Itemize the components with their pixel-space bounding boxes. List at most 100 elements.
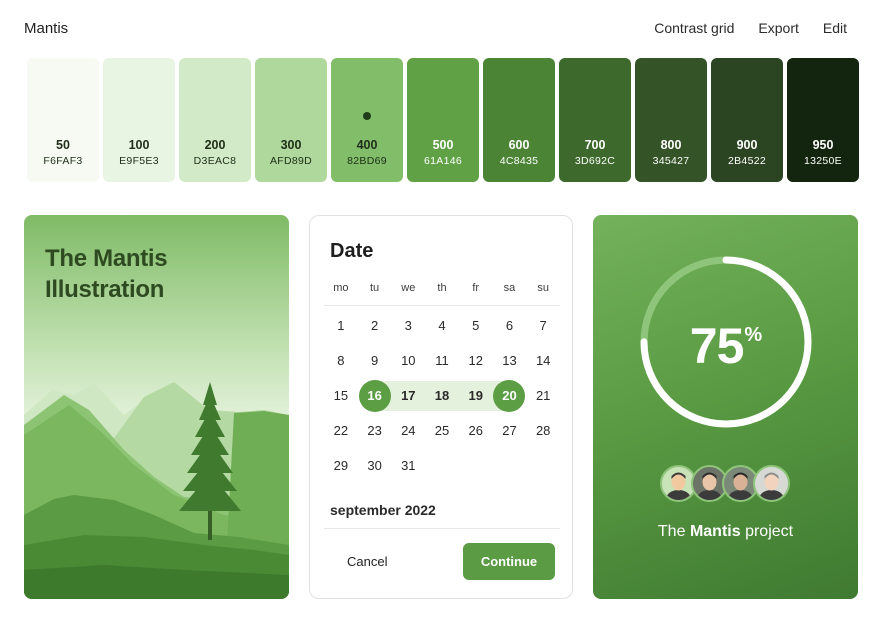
calendar-day-10[interactable]: 10 [391,346,425,376]
calendar-day-17[interactable]: 17 [391,380,426,411]
swatch-hex: AFD89D [269,155,313,167]
swatch-900[interactable]: 900 2B4522 [711,58,783,182]
progress-ring [640,256,812,428]
swatch-shade: 200 [204,138,226,152]
calendar-day-7[interactable]: 7 [526,311,560,341]
edit-link[interactable]: Edit [823,20,847,36]
swatch-100[interactable]: 100 E9F5E3 [103,58,175,182]
calendar-grid: 1 2 3 4 5 6 7 8 9 10 11 12 13 14 15 16 17 18 19 20 21 22 23 24 2… [324,308,560,483]
calendar-day-3[interactable]: 3 [391,311,425,341]
progress-card: 75% The Mantis project [593,215,858,599]
calendar-day-28[interactable]: 28 [526,416,560,446]
swatch-hex: 4C8435 [499,155,539,167]
swatch-shade: 600 [508,138,530,152]
project-suffix: project [745,523,794,540]
progress-number: 75 [689,318,745,374]
calendar-day-26[interactable]: 26 [459,416,493,446]
swatch-400[interactable]: 400 82BD69 [331,58,403,182]
avatar-group [660,465,790,503]
swatch-shade: 100 [128,138,150,152]
calendar-day-13[interactable]: 13 [493,346,527,376]
swatch-50[interactable]: 50 F6FAF3 [27,58,99,182]
swatch-hex: D3EAC8 [193,155,237,167]
calendar-day-31[interactable]: 31 [391,451,425,481]
swatch-shade: 300 [280,138,302,152]
calendar-day-19[interactable]: 19 [458,380,493,411]
calendar-day-15[interactable]: 15 [324,381,358,411]
swatch-800[interactable]: 800 345427 [635,58,707,182]
swatch-hex: 13250E [803,155,842,167]
illustration-title: The Mantis Illustration [45,243,168,305]
swatch-950[interactable]: 950 13250E [787,58,859,182]
calendar-day-29[interactable]: 29 [324,451,358,481]
weekday-we: we [401,282,416,294]
cancel-button[interactable]: Cancel [347,554,387,569]
app-title: Mantis [24,20,69,37]
calendar-day-18[interactable]: 18 [425,380,459,411]
calendar-empty [425,451,459,481]
calendar-week: 1234567 [324,308,560,343]
swatch-hex: 82BD69 [347,155,387,167]
calendar-day-9[interactable]: 9 [358,346,392,376]
avatar-face-icon [759,472,784,500]
contrast-grid-link[interactable]: Contrast grid [654,20,734,36]
calendar-day-20[interactable]: 20 [492,379,527,412]
divider [324,528,560,529]
swatch-shade: 800 [660,138,682,152]
calendar-day-11[interactable]: 11 [425,346,459,376]
swatch-700[interactable]: 700 3D692C [559,58,631,182]
calendar-day-1[interactable]: 1 [324,311,358,341]
calendar-empty [459,451,493,481]
date-picker-card: Date mo tu we th fr sa su 1 2 3 4 5 6 7 8 9 10 11 12 13 14 1… [309,215,573,599]
progress-unit: % [744,324,762,346]
top-bar: Mantis Contrast grid Export Edit [0,0,885,58]
calendar-day-14[interactable]: 14 [526,346,560,376]
calendar-day-25[interactable]: 25 [425,416,459,446]
swatch-shade: 700 [584,138,606,152]
continue-button[interactable]: Continue [463,543,555,580]
export-link[interactable]: Export [758,20,798,36]
calendar-empty [526,451,560,481]
weekday-th: th [437,282,447,294]
calendar-empty [493,451,527,481]
swatch-hex: F6FAF3 [43,155,83,167]
date-title: Date [330,240,374,262]
calendar-day-21[interactable]: 21 [526,381,560,411]
weekday-tu: tu [369,282,380,294]
calendar-day-23[interactable]: 23 [358,416,392,446]
color-palette: 50 F6FAF3 100 E9F5E3 200 D3EAC8 300 AFD89D 400 82… [27,58,859,182]
illustration-title-line-1: The Mantis [45,245,168,272]
calendar-day-16[interactable]: 16 [357,379,392,412]
calendar-week: 8 9 10 11 12 13 14 [324,343,560,378]
project-label: The Mantis project [593,523,858,541]
swatch-500[interactable]: 500 61A146 [407,58,479,182]
selected-day: 16 [358,379,391,412]
calendar-day-8[interactable]: 8 [324,346,358,376]
calendar-week: 15 16 17 18 19 20 21 [324,378,560,413]
selected-day: 20 [493,379,526,412]
calendar-week: 29 30 31 [324,448,560,483]
calendar-day-5[interactable]: 5 [459,311,493,341]
project-name: Mantis [689,523,741,540]
calendar-day-6[interactable]: 6 [493,311,527,341]
swatch-200[interactable]: 200 D3EAC8 [179,58,251,182]
swatch-300[interactable]: 300 AFD89D [255,58,327,182]
calendar-day-4[interactable]: 4 [425,311,459,341]
calendar-day-2[interactable]: 2 [358,311,392,341]
calendar-day-27[interactable]: 27 [493,416,527,446]
progress-value: 75% [593,317,858,375]
swatch-hex: E9F5E3 [119,155,159,167]
weekday-header: mo tu we th fr sa su [324,282,560,294]
swatch-shade: 500 [432,138,454,152]
weekday-sa: sa [503,282,516,294]
swatch-shade: 50 [56,138,70,152]
swatch-600[interactable]: 600 4C8435 [483,58,555,182]
calendar-day-30[interactable]: 30 [358,451,392,481]
divider [324,305,560,306]
illustration-card: The Mantis Illustration [24,215,289,599]
calendar-day-12[interactable]: 12 [459,346,493,376]
calendar-week: 22 23 24 25 26 27 28 [324,413,560,448]
calendar-day-24[interactable]: 24 [391,416,425,446]
calendar-day-22[interactable]: 22 [324,416,358,446]
avatar[interactable] [753,465,790,502]
